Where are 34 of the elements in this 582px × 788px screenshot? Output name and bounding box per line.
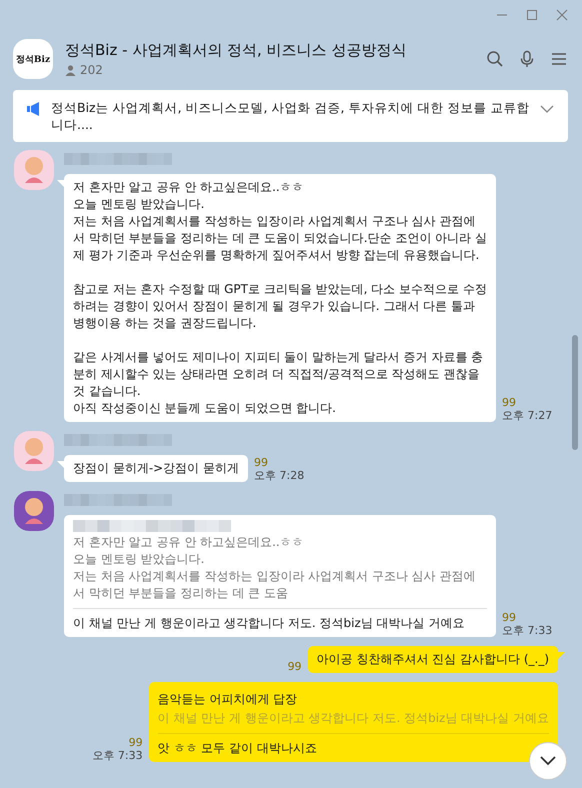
search-icon[interactable] — [486, 50, 504, 68]
quoted-text: 이 채널 만난 게 행운이라고 생각합니다 저도. 정석biz님 대박나실 거예요 — [158, 710, 549, 727]
message-time: 오후 7:27 — [502, 409, 552, 422]
notice-card[interactable]: 정석Biz는 사업계획서, 비즈니스모델, 사업화 검증, 투자유치에 대한 정보를 교류합니다.... — [13, 90, 568, 142]
unread-count: 99 — [502, 396, 517, 409]
chevron-icon — [539, 755, 557, 767]
channel-logo[interactable]: 정석Biz — [13, 39, 53, 79]
message-time: 오후 7:33 — [502, 624, 552, 637]
reply-to-label: 음악듣는 어피치에게 답장 — [158, 691, 298, 708]
chat-title: 정석Biz - 사업계획서의 정석, 비즈니스 성공방정식 — [65, 41, 408, 60]
unread-count: 99 — [288, 660, 302, 673]
avatar[interactable] — [14, 491, 54, 531]
unread-count: 99 — [254, 456, 270, 469]
notice-text: 정석Biz는 사업계획서, 비즈니스모델, 사업화 검증, 투자유치에 대한 정보를 교류합니다.... — [51, 99, 530, 133]
member-count: 202 — [80, 63, 103, 77]
avatar[interactable] — [14, 150, 54, 190]
microphone-icon[interactable] — [518, 50, 536, 68]
message-time: 오후 7:33 — [92, 749, 143, 762]
scrollbar[interactable] — [572, 335, 578, 450]
person-icon — [65, 64, 76, 76]
unread-count: 99 — [128, 736, 143, 749]
message-text: 장점이 묻히게->강점이 묻히게 — [73, 461, 240, 475]
megaphone-icon — [27, 101, 41, 117]
message-text: 저 혼자만 알고 공유 안 하고싶은데요..ㅎㅎ 오늘 멘토링 받았습니다. 저는 처음 사업계획서를 작성하는 입장이라 사업계획서 구조나 심사 관점에서 막히던 부분들을 정리하는 데 큰 도움이 되었습니다.단순 조언이 아니라 실제 평가 기준과 우선순위를 명확하게 짚어주셔서 방향 잡는데 유용했습니다. 참고로 저는 혼자 수정할 때 GPT로 크리틱을 받았는데, 다소 보수적으로 수정하려는 경향이 있어서 장점이 묻히게 될 경우가 있습니다. 그래서 다른 툴과 병행이용 하는 것을 권장드립니다. 같은 사계서를 넣어도 제미나이 지피티 둘이 말하는게 달라서 증거 자료를 충분히 제시할수 있는 상태라면 오히려 더 직접적/공격적으로 작성해도 괜찮을 것 같습니다. 아직 작성중이신 분들께 도움이 되었으면 합니다. — [73, 180, 487, 415]
message-text: 앗 ㅎㅎ 모두 같이 대박나시죠 — [158, 741, 317, 755]
message-text: 이 채널 만난 게 행운이라고 생각합니다 저도. 정석biz님 대박나실 거예요 — [73, 616, 464, 630]
maximize-icon[interactable] — [526, 9, 538, 21]
message-time: 오후 7:28 — [254, 469, 304, 482]
unread-count: 99 — [502, 611, 517, 624]
quoted-text: 저 혼자만 알고 공유 안 하고싶은데요..ㅎㅎ 오늘 멘토링 받았습니다. 저는 처음 사업계획서를 작성하는 입장이라 사업계획서 구조나 심사 관점에서 막히던 부분들을 정리하는 데 큰 도움 — [73, 534, 477, 602]
avatar[interactable] — [14, 431, 54, 471]
scroll-down-button[interactable] — [529, 742, 567, 780]
message-text: 아이공 칭찬해주셔서 진심 감사합니다 (_._) — [316, 652, 549, 666]
close-icon[interactable] — [556, 9, 568, 21]
